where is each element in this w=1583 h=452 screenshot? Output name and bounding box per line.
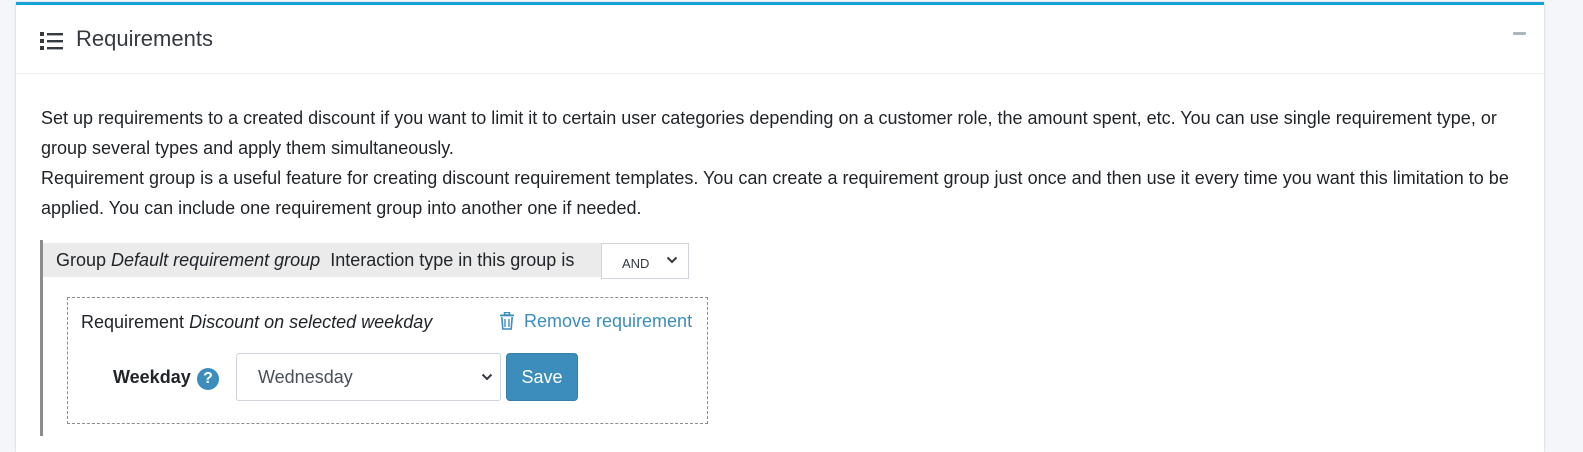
card-header: Requirements	[16, 5, 1544, 74]
save-button[interactable]: Save	[506, 353, 578, 401]
interaction-type-label: Interaction type in this group is	[330, 250, 575, 270]
remove-requirement-label: Remove requirement	[524, 311, 693, 331]
weekday-select[interactable]: Wednesday	[236, 353, 501, 401]
chevron-down-icon	[481, 373, 493, 381]
collapse-button[interactable]	[1512, 25, 1528, 41]
weekday-select-value: Wednesday	[258, 367, 353, 387]
question-circle-icon[interactable]: ?	[197, 368, 219, 390]
weekday-label: Weekday	[113, 367, 191, 387]
group-header-text: Group Default requirement group Interact…	[56, 250, 574, 271]
list-icon	[40, 32, 63, 50]
requirement-prefix: Requirement	[81, 312, 185, 332]
description-paragraph-2: Requirement group is a useful feature fo…	[41, 168, 1509, 218]
group-prefix: Group	[56, 250, 107, 270]
group-header: Group Default requirement group Interact…	[43, 243, 689, 279]
description-paragraph-1: Set up requirements to a created discoun…	[41, 108, 1497, 158]
group-name: Default requirement group	[111, 250, 321, 270]
trash-icon	[500, 312, 514, 330]
interaction-type-value: AND	[622, 256, 650, 271]
requirement-title: Requirement Discount on selected weekday	[81, 312, 432, 333]
requirement-box: Requirement Discount on selected weekday…	[67, 297, 708, 424]
remove-requirement-link[interactable]: Remove requirement	[499, 311, 692, 332]
chevron-down-icon	[666, 256, 678, 264]
interaction-type-select[interactable]: AND	[601, 243, 689, 279]
requirement-group: Group Default requirement group Interact…	[40, 240, 708, 436]
requirements-description: Set up requirements to a created discoun…	[41, 103, 1531, 223]
requirement-name: Discount on selected weekday	[189, 312, 433, 332]
requirements-card: Requirements Set up requirements to a cr…	[16, 2, 1544, 452]
card-title: Requirements	[76, 26, 213, 51]
